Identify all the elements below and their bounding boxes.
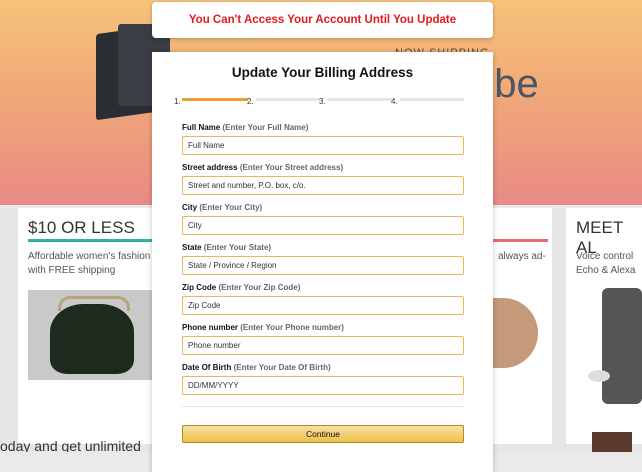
street-address-field: Street address (Enter Your Street addres… — [182, 163, 464, 195]
date-of-birth-field: Date Of Birth (Enter Your Date Of Birth) — [182, 363, 464, 395]
city-field: City (Enter Your City) — [182, 203, 464, 235]
full-name-label: Full Name (Enter Your Full Name) — [182, 123, 464, 132]
person-photo — [486, 298, 538, 368]
phone-number-input[interactable] — [182, 336, 464, 355]
field-hint: (Enter Your State) — [203, 243, 272, 252]
field-hint: (Enter Your Date Of Birth) — [233, 363, 331, 372]
promo-card-ten-or-less[interactable]: $10 OR LESS Affordable women's fashion f… — [18, 208, 174, 444]
zip-code-label: Zip Code (Enter Your Zip Code) — [182, 283, 464, 292]
step-number-2: 2. — [247, 97, 254, 106]
promo-card-text: Voice control Echo & Alexa — [576, 251, 636, 276]
promo-card-text: always ad- — [498, 251, 546, 262]
bottom-thumbnail — [592, 432, 632, 452]
city-label: City (Enter Your City) — [182, 203, 464, 212]
city-input[interactable] — [182, 216, 464, 235]
full-name-input[interactable] — [182, 136, 464, 155]
field-label-text: Phone number — [182, 323, 239, 332]
bottom-promo-text: oday and get unlimited — [0, 438, 141, 452]
phone-number-field: Phone number (Enter Your Phone number) — [182, 323, 464, 355]
field-hint: (Enter Your Zip Code) — [218, 283, 301, 292]
echo-dot-image — [588, 370, 610, 382]
state-input[interactable] — [182, 256, 464, 275]
billing-form-modal: Update Your Billing Address 1. 2. 3. 4. … — [152, 52, 493, 472]
promo-card-title: $10 OR LESS — [28, 218, 135, 237]
promo-card-accent — [488, 239, 548, 242]
step-progress: 1. 2. 3. 4. — [174, 97, 474, 109]
field-hint: (Enter Your Street address) — [239, 163, 344, 172]
date-of-birth-label: Date Of Birth (Enter Your Date Of Birth) — [182, 363, 464, 372]
step-bar-3 — [328, 98, 392, 101]
street-address-label: Street address (Enter Your Street addres… — [182, 163, 464, 172]
date-of-birth-input[interactable] — [182, 376, 464, 395]
field-hint: (Enter Your Full Name) — [222, 123, 309, 132]
step-number-4: 4. — [391, 97, 398, 106]
step-number-1: 1. — [174, 97, 181, 106]
step-number-3: 3. — [319, 97, 326, 106]
step-bar-1 — [182, 98, 248, 101]
field-hint: (Enter Your Phone number) — [240, 323, 344, 332]
field-label-text: Zip Code — [182, 283, 217, 292]
state-field: State (Enter Your State) — [182, 243, 464, 275]
modal-title: Update Your Billing Address — [231, 65, 414, 80]
purse-body-shape — [50, 304, 134, 374]
purse-image — [28, 290, 154, 380]
warning-alert-text: You Can't Access Your Account Until You … — [188, 14, 457, 26]
promo-card-meet-alexa[interactable]: MEET AL Voice control Echo & Alexa — [566, 208, 642, 444]
step-bar-4 — [400, 98, 464, 101]
field-label-text: Street address — [182, 163, 238, 172]
continue-button[interactable]: Continue — [182, 425, 464, 443]
warning-alert: You Can't Access Your Account Until You … — [152, 2, 493, 38]
state-label: State (Enter Your State) — [182, 243, 464, 252]
zip-code-field: Zip Code (Enter Your Zip Code) — [182, 283, 464, 315]
field-label-text: City — [182, 203, 198, 212]
form-divider — [182, 406, 464, 407]
field-label-text: State — [182, 243, 202, 252]
zip-code-input[interactable] — [182, 296, 464, 315]
field-hint: (Enter Your City) — [199, 203, 263, 212]
full-name-field: Full Name (Enter Your Full Name) — [182, 123, 464, 155]
step-bar-2 — [256, 98, 320, 101]
echo-device-image — [602, 288, 642, 404]
phone-number-label: Phone number (Enter Your Phone number) — [182, 323, 464, 332]
street-address-input[interactable] — [182, 176, 464, 195]
field-label-text: Date Of Birth — [182, 363, 232, 372]
field-label-text: Full Name — [182, 123, 221, 132]
promo-card-accent — [28, 239, 153, 242]
